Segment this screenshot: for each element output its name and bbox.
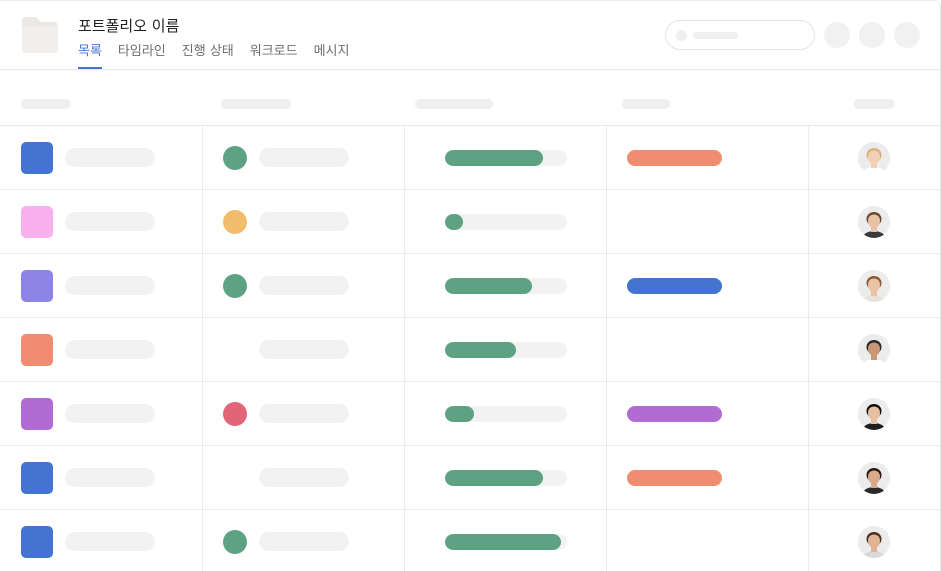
- table-row[interactable]: [0, 446, 941, 510]
- status-text-placeholder: [259, 340, 349, 359]
- project-color-icon: [21, 206, 53, 238]
- header-divider: [0, 69, 941, 70]
- header-button-2[interactable]: [859, 22, 885, 48]
- tab-messages[interactable]: 메시지: [314, 40, 350, 69]
- progress-fill: [445, 150, 543, 166]
- header-button-1[interactable]: [824, 22, 850, 48]
- progress-bar: [445, 534, 567, 550]
- table-row[interactable]: [0, 382, 941, 446]
- progress-fill: [445, 470, 543, 486]
- column-header-name[interactable]: [21, 99, 71, 109]
- status-text-placeholder: [259, 148, 349, 167]
- project-name-placeholder: [65, 532, 155, 551]
- status-text-placeholder: [259, 212, 349, 231]
- folder-icon: [22, 17, 58, 53]
- status-dot-icon: [223, 210, 247, 234]
- avatar[interactable]: [858, 462, 890, 494]
- avatar[interactable]: [858, 526, 890, 558]
- project-color-icon: [21, 270, 53, 302]
- view-tabs: 목록 타임라인 진행 상태 워크로드 메시지: [78, 40, 349, 69]
- tag-pill[interactable]: [627, 470, 722, 486]
- column-header-tag[interactable]: [622, 99, 670, 109]
- project-color-icon: [21, 462, 53, 494]
- column-divider: [606, 126, 607, 571]
- table-row[interactable]: [0, 190, 941, 254]
- column-divider: [404, 126, 405, 571]
- project-color-icon: [21, 398, 53, 430]
- column-header-progress[interactable]: [415, 99, 493, 109]
- project-name-placeholder: [65, 276, 155, 295]
- table-row[interactable]: [0, 126, 941, 190]
- column-header-owner[interactable]: [854, 99, 895, 109]
- tag-pill[interactable]: [627, 278, 722, 294]
- avatar[interactable]: [858, 270, 890, 302]
- column-divider: [202, 126, 203, 571]
- status-dot-icon: [223, 402, 247, 426]
- project-color-icon: [21, 526, 53, 558]
- tag-pill[interactable]: [627, 150, 722, 166]
- progress-fill: [445, 278, 532, 294]
- status-dot-icon: [223, 274, 247, 298]
- progress-bar: [445, 150, 567, 166]
- tab-timeline[interactable]: 타임라인: [118, 40, 166, 69]
- tab-list[interactable]: 목록: [78, 40, 102, 69]
- progress-bar: [445, 406, 567, 422]
- table-row[interactable]: [0, 254, 941, 318]
- status-text-placeholder: [259, 404, 349, 423]
- status-text-placeholder: [259, 276, 349, 295]
- progress-fill: [445, 214, 463, 230]
- status-dot-icon: [223, 146, 247, 170]
- progress-bar: [445, 342, 567, 358]
- tag-pill[interactable]: [627, 406, 722, 422]
- tab-progress[interactable]: 진행 상태: [182, 40, 234, 69]
- avatar[interactable]: [858, 334, 890, 366]
- header-button-3[interactable]: [894, 22, 920, 48]
- project-name-placeholder: [65, 148, 155, 167]
- search-icon: [676, 30, 687, 41]
- project-name-placeholder: [65, 212, 155, 231]
- search-placeholder: [693, 32, 738, 39]
- project-name-placeholder: [65, 404, 155, 423]
- status-text-placeholder: [259, 468, 349, 487]
- progress-fill: [445, 406, 474, 422]
- project-name-placeholder: [65, 468, 155, 487]
- tab-workload[interactable]: 워크로드: [250, 40, 298, 69]
- table-row[interactable]: [0, 510, 941, 571]
- column-header-status[interactable]: [221, 99, 291, 109]
- avatar[interactable]: [858, 206, 890, 238]
- column-divider: [808, 126, 809, 571]
- progress-bar: [445, 470, 567, 486]
- status-dot-icon: [223, 530, 247, 554]
- project-color-icon: [21, 142, 53, 174]
- portfolio-title: 포트폴리오 이름: [78, 17, 180, 35]
- project-name-placeholder: [65, 340, 155, 359]
- progress-fill: [445, 342, 516, 358]
- project-color-icon: [21, 334, 53, 366]
- table-row[interactable]: [0, 318, 941, 382]
- avatar[interactable]: [858, 398, 890, 430]
- avatar[interactable]: [858, 142, 890, 174]
- status-text-placeholder: [259, 532, 349, 551]
- progress-fill: [445, 534, 561, 550]
- search-input[interactable]: [665, 20, 815, 50]
- progress-bar: [445, 214, 567, 230]
- progress-bar: [445, 278, 567, 294]
